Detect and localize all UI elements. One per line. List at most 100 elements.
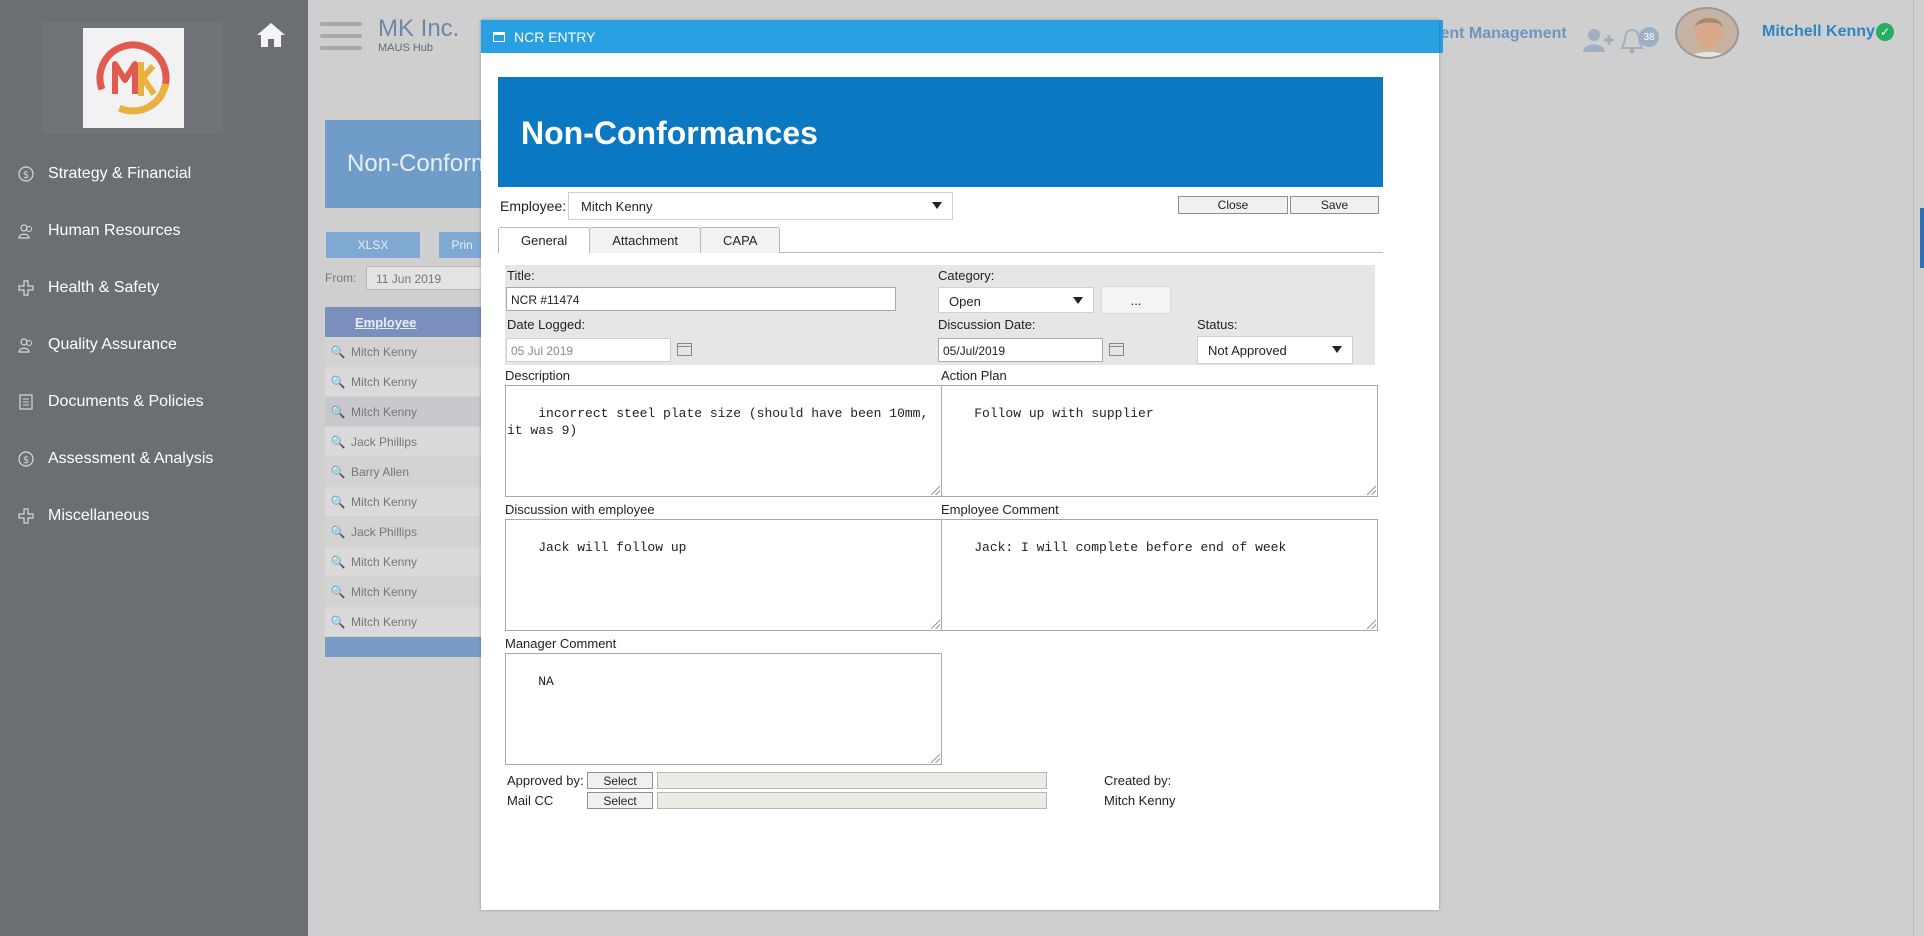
cross-icon [16, 506, 36, 526]
employee-select[interactable]: Mitch Kenny [568, 192, 953, 220]
print-button[interactable]: Prin [439, 232, 485, 258]
magnifier-icon[interactable]: 🔍 [325, 495, 351, 509]
employee-comment-textarea[interactable]: Jack: I will complete before end of week [941, 519, 1378, 631]
table-cell: Mitch Kenny [351, 344, 418, 359]
table-row[interactable]: 🔍 Mitch Kenny [325, 397, 485, 427]
magnifier-icon[interactable]: 🔍 [325, 435, 351, 449]
status-label: Status: [1197, 317, 1238, 332]
scroll-indicator [1920, 208, 1924, 268]
ncr-entry-modal: NCR ENTRY Non-Conformances Employee: Mit… [481, 20, 1439, 910]
discussion-label: Discussion with employee [505, 502, 655, 517]
sidebar-item-health-safety[interactable]: Health & Safety [0, 259, 308, 316]
home-icon[interactable] [256, 22, 286, 48]
add-user-icon[interactable] [1582, 27, 1616, 53]
table-row[interactable]: 🔍 Barry Allen [325, 457, 485, 487]
resize-grip-icon[interactable] [931, 620, 940, 629]
action-plan-label: Action Plan [941, 368, 1007, 383]
discussion-date-input[interactable]: 05/Jul/2019 [938, 338, 1103, 362]
from-label: From: [325, 271, 357, 285]
date-logged-label: Date Logged: [507, 317, 586, 332]
table-cell: Barry Allen [351, 464, 410, 479]
sidebar-item-label: Quality Assurance [48, 335, 177, 353]
company-logo[interactable] [82, 28, 184, 128]
employee-comment-text: Jack: I will complete before end of week [974, 540, 1287, 555]
table-cell: Jack Phillips [351, 524, 418, 539]
chevron-down-icon [932, 202, 942, 209]
table-cell: Mitch Kenny [351, 584, 418, 599]
employee-column-header[interactable]: Employee [325, 307, 485, 337]
save-button[interactable]: Save [1290, 196, 1379, 214]
discussion-textarea[interactable]: Jack will follow up [505, 519, 942, 631]
manager-comment-textarea[interactable]: NA [505, 653, 942, 765]
resize-grip-icon[interactable] [1367, 620, 1376, 629]
tab-general[interactable]: General [498, 227, 591, 253]
mail-cc-select-button[interactable]: Select [587, 792, 653, 809]
action-plan-textarea[interactable]: Follow up with supplier [941, 385, 1378, 497]
client-management-link[interactable]: ient Management [1436, 25, 1567, 43]
tab-capa[interactable]: CAPA [700, 227, 781, 253]
description-textarea[interactable]: incorrect steel plate size (should have … [505, 385, 942, 497]
background-page-banner: Non-Conform [325, 120, 485, 208]
table-cell: Mitch Kenny [351, 404, 418, 419]
sidebar-item-assessment-analysis[interactable]: $ Assessment & Analysis [0, 430, 308, 487]
verified-check-icon: ✓ [1876, 23, 1894, 41]
tab-bar: General Attachment CAPA [498, 227, 781, 253]
table-row[interactable]: 🔍 Mitch Kenny [325, 337, 485, 367]
sidebar-item-documents-policies[interactable]: Documents & Policies [0, 373, 308, 430]
approved-by-select-button[interactable]: Select [587, 772, 653, 789]
magnifier-icon[interactable]: 🔍 [325, 525, 351, 539]
approved-by-label: Approved by: [507, 773, 584, 788]
category-select[interactable]: Open [938, 287, 1094, 313]
table-row[interactable]: 🔍 Mitch Kenny [325, 487, 485, 517]
mail-cc-field [657, 792, 1047, 809]
magnifier-icon[interactable]: 🔍 [325, 375, 351, 389]
dollar-circle-icon: $ [16, 164, 36, 184]
magnifier-icon[interactable]: 🔍 [325, 345, 351, 359]
category-select-value: Open [949, 294, 981, 309]
sidebar: $ Strategy & Financial Human Resources H… [0, 0, 308, 936]
table-row[interactable]: 🔍 Mitch Kenny [325, 367, 485, 397]
modal-titlebar[interactable]: NCR ENTRY [481, 20, 1439, 53]
category-more-button[interactable]: ... [1101, 286, 1171, 314]
calendar-icon [677, 343, 692, 356]
table-row[interactable]: 🔍 Mitch Kenny [325, 547, 485, 577]
employee-select-value: Mitch Kenny [581, 199, 653, 214]
table-row[interactable]: 🔍 Mitch Kenny [325, 607, 485, 637]
resize-grip-icon[interactable] [1367, 486, 1376, 495]
resize-grip-icon[interactable] [931, 754, 940, 763]
table-row[interactable]: 🔍 Jack Phillips [325, 517, 485, 547]
category-label: Category: [938, 268, 995, 283]
chevron-down-icon [1332, 346, 1342, 353]
sidebar-item-strategy-financial[interactable]: $ Strategy & Financial [0, 145, 308, 202]
tab-attachment[interactable]: Attachment [589, 227, 702, 253]
magnifier-icon[interactable]: 🔍 [325, 405, 351, 419]
sidebar-item-label: Human Resources [48, 221, 181, 239]
sidebar-item-quality-assurance[interactable]: Quality Assurance [0, 316, 308, 373]
employee-comment-label: Employee Comment [941, 502, 1059, 517]
from-date-input[interactable]: 11 Jun 2019 [366, 266, 490, 290]
page-title: Non-Conformances [498, 77, 1383, 187]
resize-grip-icon[interactable] [931, 486, 940, 495]
magnifier-icon[interactable]: 🔍 [325, 555, 351, 569]
table-cell: Mitch Kenny [351, 374, 418, 389]
magnifier-icon[interactable]: 🔍 [325, 615, 351, 629]
close-button[interactable]: Close [1178, 196, 1288, 214]
date-logged-input: 05 Jul 2019 [506, 338, 671, 362]
magnifier-icon[interactable]: 🔍 [325, 465, 351, 479]
table-cell: Mitch Kenny [351, 554, 418, 569]
table-row[interactable]: 🔍 Jack Phillips [325, 427, 485, 457]
user-name[interactable]: Mitchell Kenny [1762, 23, 1875, 41]
people-icon [16, 221, 36, 241]
sidebar-item-miscellaneous[interactable]: Miscellaneous [0, 487, 308, 544]
title-input[interactable]: NCR #11474 [506, 287, 896, 311]
notification-badge: 38 [1639, 27, 1659, 47]
xlsx-button[interactable]: XLSX [326, 232, 420, 258]
status-select[interactable]: Not Approved [1197, 336, 1353, 364]
menu-toggle-icon[interactable] [320, 22, 362, 50]
table-row[interactable]: 🔍 Mitch Kenny [325, 577, 485, 607]
sidebar-item-human-resources[interactable]: Human Resources [0, 202, 308, 259]
background-table: Employee 🔍 Mitch Kenny 🔍 Mitch Kenny 🔍 Mitc… [325, 307, 485, 657]
calendar-icon[interactable] [1109, 343, 1124, 356]
magnifier-icon[interactable]: 🔍 [325, 585, 351, 599]
avatar[interactable] [1675, 7, 1739, 59]
